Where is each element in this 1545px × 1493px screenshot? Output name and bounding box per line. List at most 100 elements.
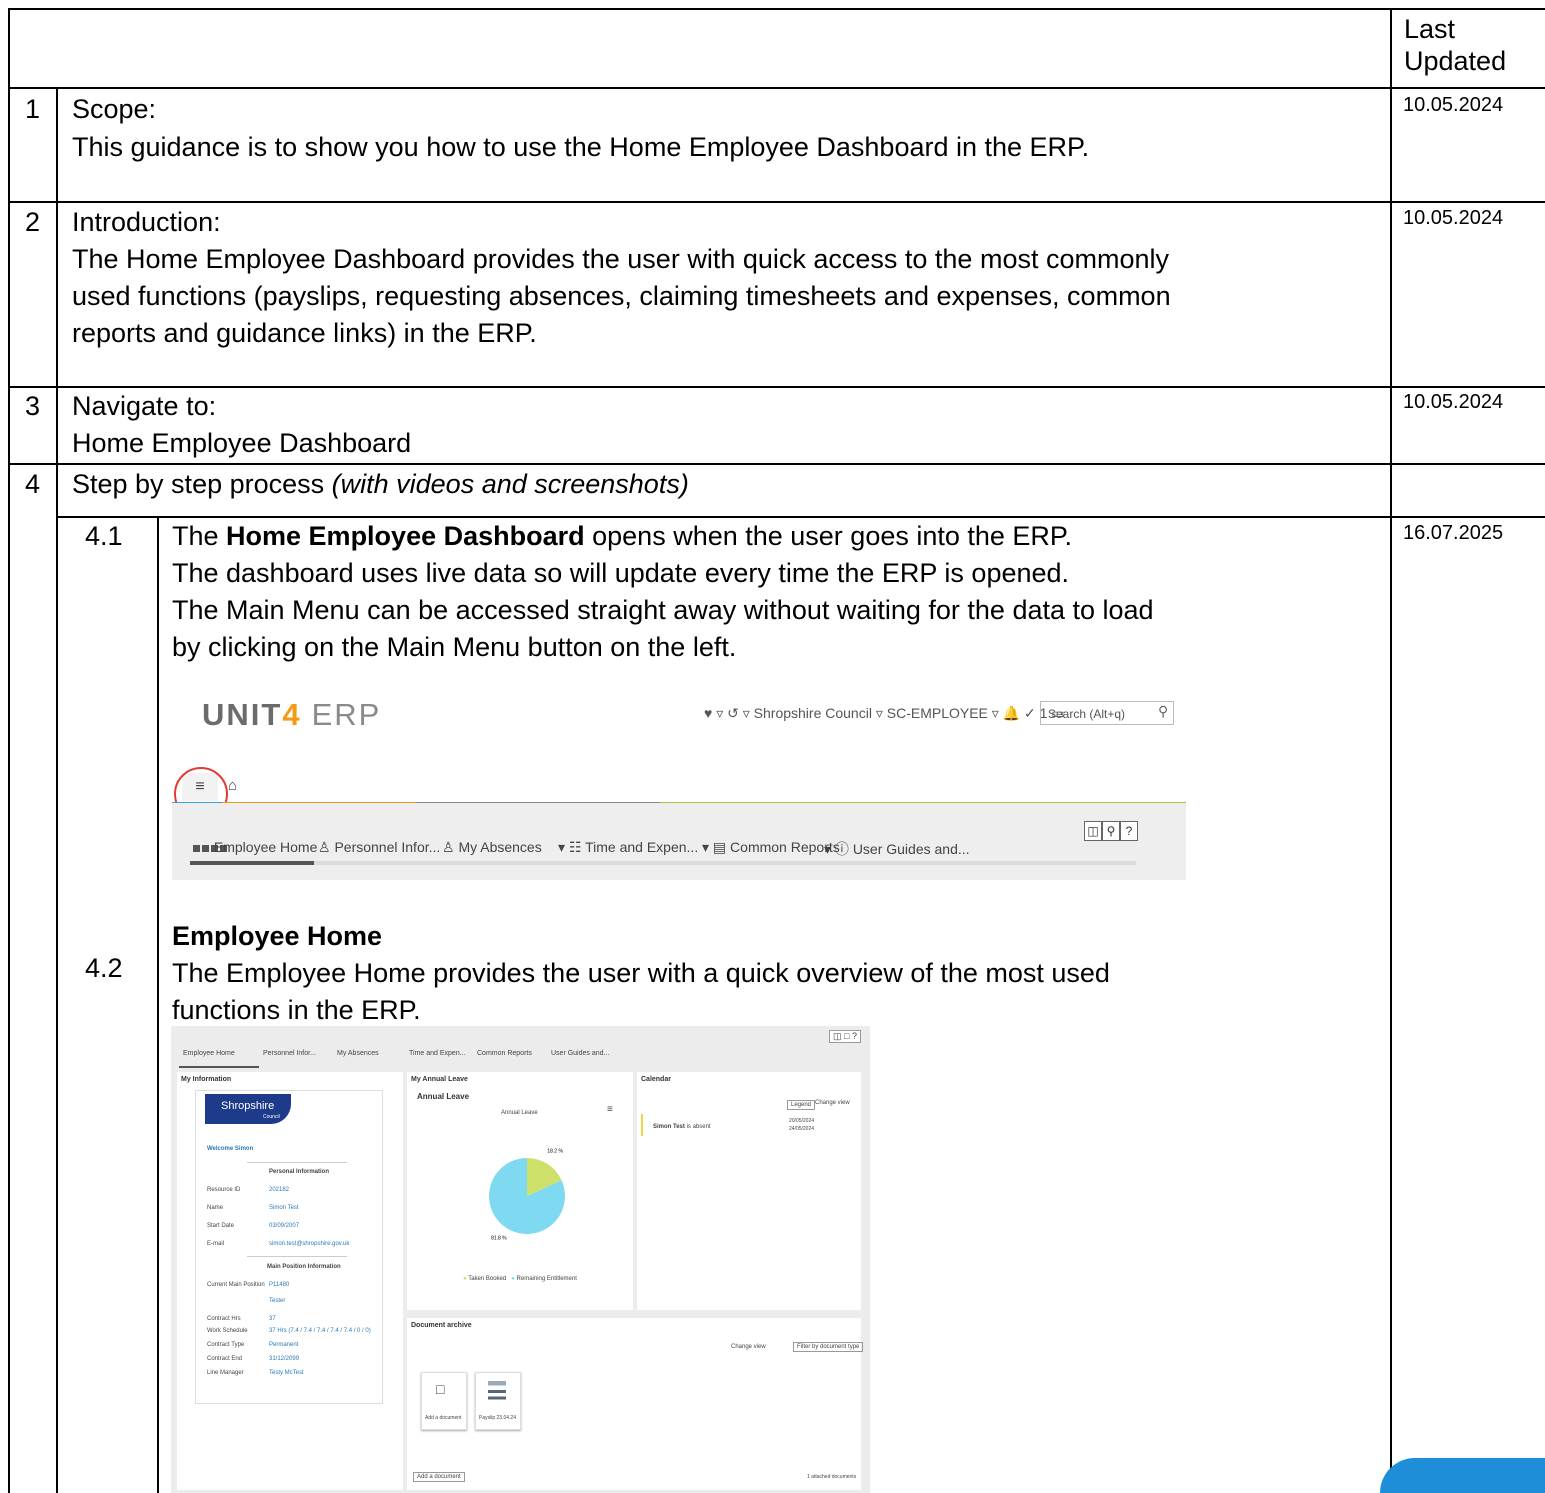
section-title: Main Position Information bbox=[267, 1264, 341, 1270]
field-label: Contract Type bbox=[207, 1342, 245, 1348]
change-view[interactable]: Change view bbox=[731, 1344, 766, 1350]
grid-icon bbox=[192, 844, 227, 853]
add-document-tile[interactable]: □ Add a document bbox=[421, 1372, 467, 1430]
step-number: 4.2 bbox=[85, 953, 123, 983]
field-label: Resource ID bbox=[207, 1187, 241, 1193]
field-value: Simon Test bbox=[269, 1205, 299, 1211]
divider bbox=[247, 1162, 347, 1163]
help-icons[interactable]: ◫ □ ? bbox=[829, 1030, 861, 1043]
field-label: Contract Hrs bbox=[207, 1316, 241, 1322]
field-value: Testy McTest bbox=[269, 1370, 304, 1376]
step-line-post: opens when the user goes into the ERP. bbox=[584, 521, 1072, 551]
panel-title: Calendar bbox=[641, 1076, 671, 1083]
attached-count: 1 attached documents bbox=[807, 1474, 857, 1480]
menu-common-reports[interactable]: ▾ ▤ Common Reports bbox=[702, 839, 840, 856]
payslip-icon bbox=[488, 1381, 506, 1403]
field-value: Tester bbox=[269, 1298, 286, 1304]
row-body: Home Employee Dashboard bbox=[72, 428, 412, 458]
step-line: The dashboard uses live data so will upd… bbox=[172, 558, 1070, 588]
row-title-italic: (with videos and screenshots) bbox=[331, 469, 689, 499]
chart-legend: ● Taken Booked ● Remaining Entitlement bbox=[463, 1276, 577, 1282]
chart-title: Annual Leave bbox=[501, 1110, 538, 1116]
field-label: Name bbox=[207, 1205, 224, 1211]
field-label: Line Manager bbox=[207, 1370, 244, 1376]
panel-title: Document archive bbox=[411, 1322, 472, 1329]
row-date: 10.05.2024 bbox=[1403, 94, 1504, 116]
row-title-text: Step by step process bbox=[72, 469, 332, 499]
add-document-button[interactable]: Add a document bbox=[413, 1472, 465, 1482]
menu-scroll-track bbox=[190, 861, 1136, 865]
lightbulb-icon[interactable]: ⚲ bbox=[1102, 821, 1120, 841]
row-divider bbox=[8, 463, 1545, 465]
menu-personnel-info[interactable]: Personnel Infor... bbox=[263, 1050, 316, 1057]
tile-label: Add a document bbox=[425, 1415, 462, 1421]
step-line: by clicking on the Main Menu button on t… bbox=[172, 632, 737, 662]
calendar-date: 20/05/2024 bbox=[789, 1118, 815, 1124]
menu-user-guides[interactable]: User Guides and... bbox=[551, 1050, 609, 1057]
row-divider bbox=[8, 386, 1545, 388]
field-value: 37 Hrs (7.4 / 7.4 / 7.4 / 7.4 / 7.4 / 0 … bbox=[269, 1328, 371, 1334]
help-icon[interactable]: ? bbox=[1120, 821, 1138, 841]
row-divider bbox=[8, 87, 1545, 89]
annual-leave-panel: My Annual Leave Annual Leave Annual Leav… bbox=[407, 1072, 633, 1310]
row-divider bbox=[8, 201, 1545, 203]
menu-time-expenses[interactable]: ▾ ☷ Time and Expen... bbox=[558, 839, 698, 856]
menu-common-reports[interactable]: Common Reports bbox=[477, 1050, 532, 1057]
menu-my-absences[interactable]: ♙ My Absences bbox=[442, 839, 542, 856]
shropshire-logo: Shropshire Council bbox=[205, 1094, 291, 1124]
pie-slice-label: 18.2 % bbox=[547, 1148, 563, 1154]
document-filter[interactable]: Filter by document type bbox=[793, 1342, 864, 1352]
row-divider bbox=[56, 516, 1545, 518]
row-date: 10.05.2024 bbox=[1403, 391, 1504, 413]
report-icon: ▾ ▤ bbox=[702, 839, 727, 855]
last-updated-header: Last Updated bbox=[1404, 14, 1507, 76]
row-number: 2 bbox=[25, 207, 41, 237]
payslip-tile[interactable]: Payslip 23.04.24 bbox=[475, 1372, 521, 1430]
menu-my-absences[interactable]: My Absences bbox=[337, 1050, 379, 1057]
info-icon: ▾ ⓘ bbox=[824, 841, 849, 857]
search-icon[interactable]: ⚲ bbox=[1158, 703, 1168, 720]
menu-time-expenses[interactable]: Time and Expen... bbox=[409, 1050, 466, 1057]
panel-title: My Information bbox=[181, 1076, 232, 1083]
panel-subtitle: Annual Leave bbox=[417, 1092, 470, 1101]
change-view[interactable]: Change view bbox=[815, 1100, 850, 1106]
home-icon[interactable]: ⌂ bbox=[228, 777, 237, 794]
field-label: E-mail bbox=[207, 1241, 225, 1247]
step-line: The Employee Home provides the user with… bbox=[172, 958, 1110, 988]
field-label: Work Schedule bbox=[207, 1328, 248, 1334]
row-number: 3 bbox=[25, 391, 41, 421]
menu-user-guides[interactable]: ▾ ⓘ User Guides and... bbox=[824, 839, 970, 859]
layout-icon[interactable]: ◫ bbox=[1084, 821, 1102, 841]
row-title: Introduction: bbox=[72, 207, 221, 237]
column-divider-dates bbox=[1390, 8, 1392, 1493]
unit4-logo: UNIT4 ERP bbox=[202, 697, 382, 732]
legend-button[interactable]: Legend bbox=[787, 1100, 816, 1110]
my-information-panel: My Information Shropshire Council Welcom… bbox=[177, 1072, 403, 1490]
calendar-date: 24/05/2024 bbox=[789, 1126, 815, 1132]
step-line: The Home Employee Dashboard opens when t… bbox=[172, 520, 1072, 552]
row-number: 1 bbox=[25, 94, 41, 124]
field-value: simon.test@shropshire.gov.uk bbox=[269, 1241, 350, 1247]
chart-menu-icon[interactable]: ≡ bbox=[607, 1104, 613, 1115]
decorative-wave bbox=[1380, 1458, 1545, 1493]
step-number: 4.1 bbox=[85, 521, 123, 551]
step-line-bold: Home Employee Dashboard bbox=[226, 521, 585, 551]
document-add-icon: □ bbox=[436, 1381, 445, 1397]
menu-personnel-info[interactable]: ♙ Personnel Infor... bbox=[318, 839, 440, 856]
field-value: P11480 bbox=[269, 1282, 290, 1288]
row-body-line: reports and guidance links) in the ERP. bbox=[72, 318, 537, 348]
row-body: This guidance is to show you how to use … bbox=[72, 132, 1090, 162]
search-input[interactable]: Search (Alt+q) bbox=[1040, 701, 1174, 725]
row-body-line: used functions (payslips, requesting abs… bbox=[72, 281, 1171, 311]
divider bbox=[247, 1256, 347, 1257]
top-toolbar[interactable]: ♥ ▿ ↺ ▿ Shropshire Council ▿ SC-EMPLOYEE… bbox=[704, 705, 1065, 722]
menu-employee-home[interactable]: Employee Home bbox=[183, 1050, 235, 1057]
field-value: 31/12/2099 bbox=[269, 1356, 300, 1362]
calendar-panel: Calendar Legend Change view Simon Test i… bbox=[637, 1072, 861, 1310]
table-border-top bbox=[8, 8, 1545, 10]
row-title: Navigate to: bbox=[72, 391, 217, 421]
step-line: The Main Menu can be accessed straight a… bbox=[172, 595, 1154, 625]
tile-label: Payslip 23.04.24 bbox=[479, 1415, 516, 1421]
menu-active-indicator bbox=[190, 861, 314, 865]
menu-employee-home[interactable]: Employee Home bbox=[192, 839, 317, 855]
